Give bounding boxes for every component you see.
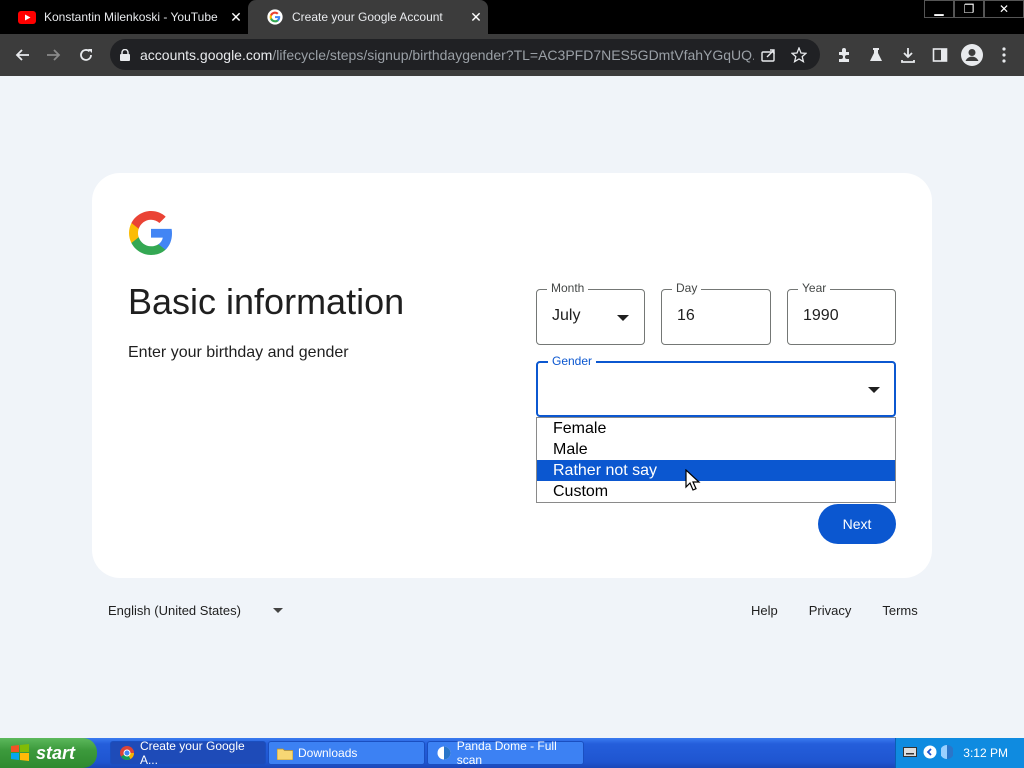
day-label: Day — [672, 281, 702, 295]
window-controls: ▁ ❐ ✕ — [924, 0, 1024, 20]
tab-strip: Konstantin Milenkoski - YouTube ✕ Create… — [0, 0, 1024, 34]
close-tab-icon[interactable]: ✕ — [224, 9, 248, 26]
share-icon[interactable] — [754, 48, 784, 62]
reload-icon[interactable] — [70, 39, 102, 71]
chevron-down-icon — [272, 608, 283, 613]
year-label: Year — [798, 281, 831, 295]
panda-icon — [436, 745, 452, 761]
menu-kebab-icon[interactable] — [988, 39, 1020, 71]
folder-icon — [277, 745, 293, 761]
windows-flag-icon — [11, 744, 29, 761]
back-icon[interactable] — [6, 39, 38, 71]
restore-icon[interactable]: ❐ — [954, 0, 984, 18]
youtube-icon — [18, 8, 36, 26]
address-bar[interactable]: accounts.google.com/lifecycle/steps/sign… — [110, 39, 820, 70]
system-tray: 3:12 PM — [895, 738, 1024, 768]
mouse-cursor-icon — [685, 469, 701, 491]
tab-title: Konstantin Milenkoski - YouTube — [44, 10, 218, 24]
google-icon — [266, 8, 284, 26]
day-input[interactable]: Day 16 — [661, 281, 771, 345]
help-link[interactable]: Help — [751, 603, 778, 618]
year-value: 1990 — [803, 307, 839, 324]
bookmark-star-icon[interactable] — [784, 46, 814, 63]
taskbar-item-panda[interactable]: Panda Dome - Full scan — [427, 739, 584, 767]
tab-youtube[interactable]: Konstantin Milenkoski - YouTube ✕ — [0, 0, 248, 34]
profile-avatar-icon[interactable] — [956, 39, 988, 71]
language-value: English (United States) — [108, 603, 241, 618]
extensions-puzzle-icon[interactable] — [828, 39, 860, 71]
close-tab-icon[interactable]: ✕ — [464, 9, 488, 26]
gender-option-rather-not-say[interactable]: Rather not say — [537, 460, 895, 481]
chevron-down-icon — [617, 315, 629, 321]
gender-select[interactable]: Gender — [536, 354, 896, 417]
gender-option-female[interactable]: Female — [537, 418, 895, 439]
minimize-icon[interactable]: ▁ — [924, 0, 954, 18]
month-select[interactable]: Month July — [536, 281, 645, 345]
tab-google-account[interactable]: Create your Google Account ✕ — [248, 0, 488, 34]
task-label: Panda Dome - Full scan — [456, 739, 557, 767]
url-text: accounts.google.com/lifecycle/steps/sign… — [140, 47, 754, 63]
month-value: July — [552, 307, 581, 324]
terms-link[interactable]: Terms — [882, 603, 917, 618]
download-icon[interactable] — [892, 39, 924, 71]
clock: 3:12 PM — [963, 746, 1008, 760]
gender-dropdown-list: Female Male Rather not say Custom — [536, 417, 896, 503]
page-title: Basic information — [128, 281, 405, 322]
day-value: 16 — [677, 307, 695, 324]
privacy-link[interactable]: Privacy — [809, 603, 852, 618]
gender-option-male[interactable]: Male — [537, 439, 895, 460]
next-button[interactable]: Next — [818, 504, 896, 544]
footer-links: Help Privacy Terms — [751, 603, 918, 618]
gender-option-custom[interactable]: Custom — [537, 481, 895, 502]
extension-toolbar — [828, 34, 1020, 76]
chevron-down-icon — [868, 387, 880, 393]
month-label: Month — [547, 281, 589, 295]
chrome-icon — [119, 745, 135, 761]
taskbar-item-downloads[interactable]: Downloads — [268, 741, 425, 765]
keyboard-icon[interactable] — [903, 746, 918, 760]
url-path: /lifecycle/steps/signup/birthdaygender?T… — [272, 46, 754, 63]
url-host: accounts.google.com — [140, 46, 273, 63]
tray-chevron-icon[interactable] — [923, 745, 937, 762]
taskbar: start Create your Google A... Downloads … — [0, 738, 1024, 768]
tab-title: Create your Google Account — [292, 10, 443, 24]
signup-card: Basic information Enter your birthday an… — [92, 173, 932, 578]
google-logo-icon — [129, 211, 172, 255]
network-icon[interactable] — [940, 744, 955, 762]
task-label: Create your Google A... — [139, 739, 245, 767]
taskbar-item-chrome[interactable]: Create your Google A... — [110, 739, 266, 767]
page-subtitle: Enter your birthday and gender — [128, 344, 349, 361]
gender-label: Gender — [548, 354, 597, 368]
close-window-icon[interactable]: ✕ — [984, 0, 1024, 18]
year-input[interactable]: Year 1990 — [787, 281, 896, 345]
start-button[interactable]: start — [0, 738, 97, 768]
forward-icon[interactable] — [38, 39, 70, 71]
language-select[interactable]: English (United States) — [108, 603, 283, 618]
labs-flask-icon[interactable] — [860, 39, 892, 71]
side-panel-icon[interactable] — [924, 39, 956, 71]
browser-toolbar: accounts.google.com/lifecycle/steps/sign… — [0, 34, 1024, 76]
task-label: Downloads — [298, 746, 358, 760]
start-label: start — [36, 742, 76, 763]
lock-icon[interactable] — [110, 48, 140, 61]
